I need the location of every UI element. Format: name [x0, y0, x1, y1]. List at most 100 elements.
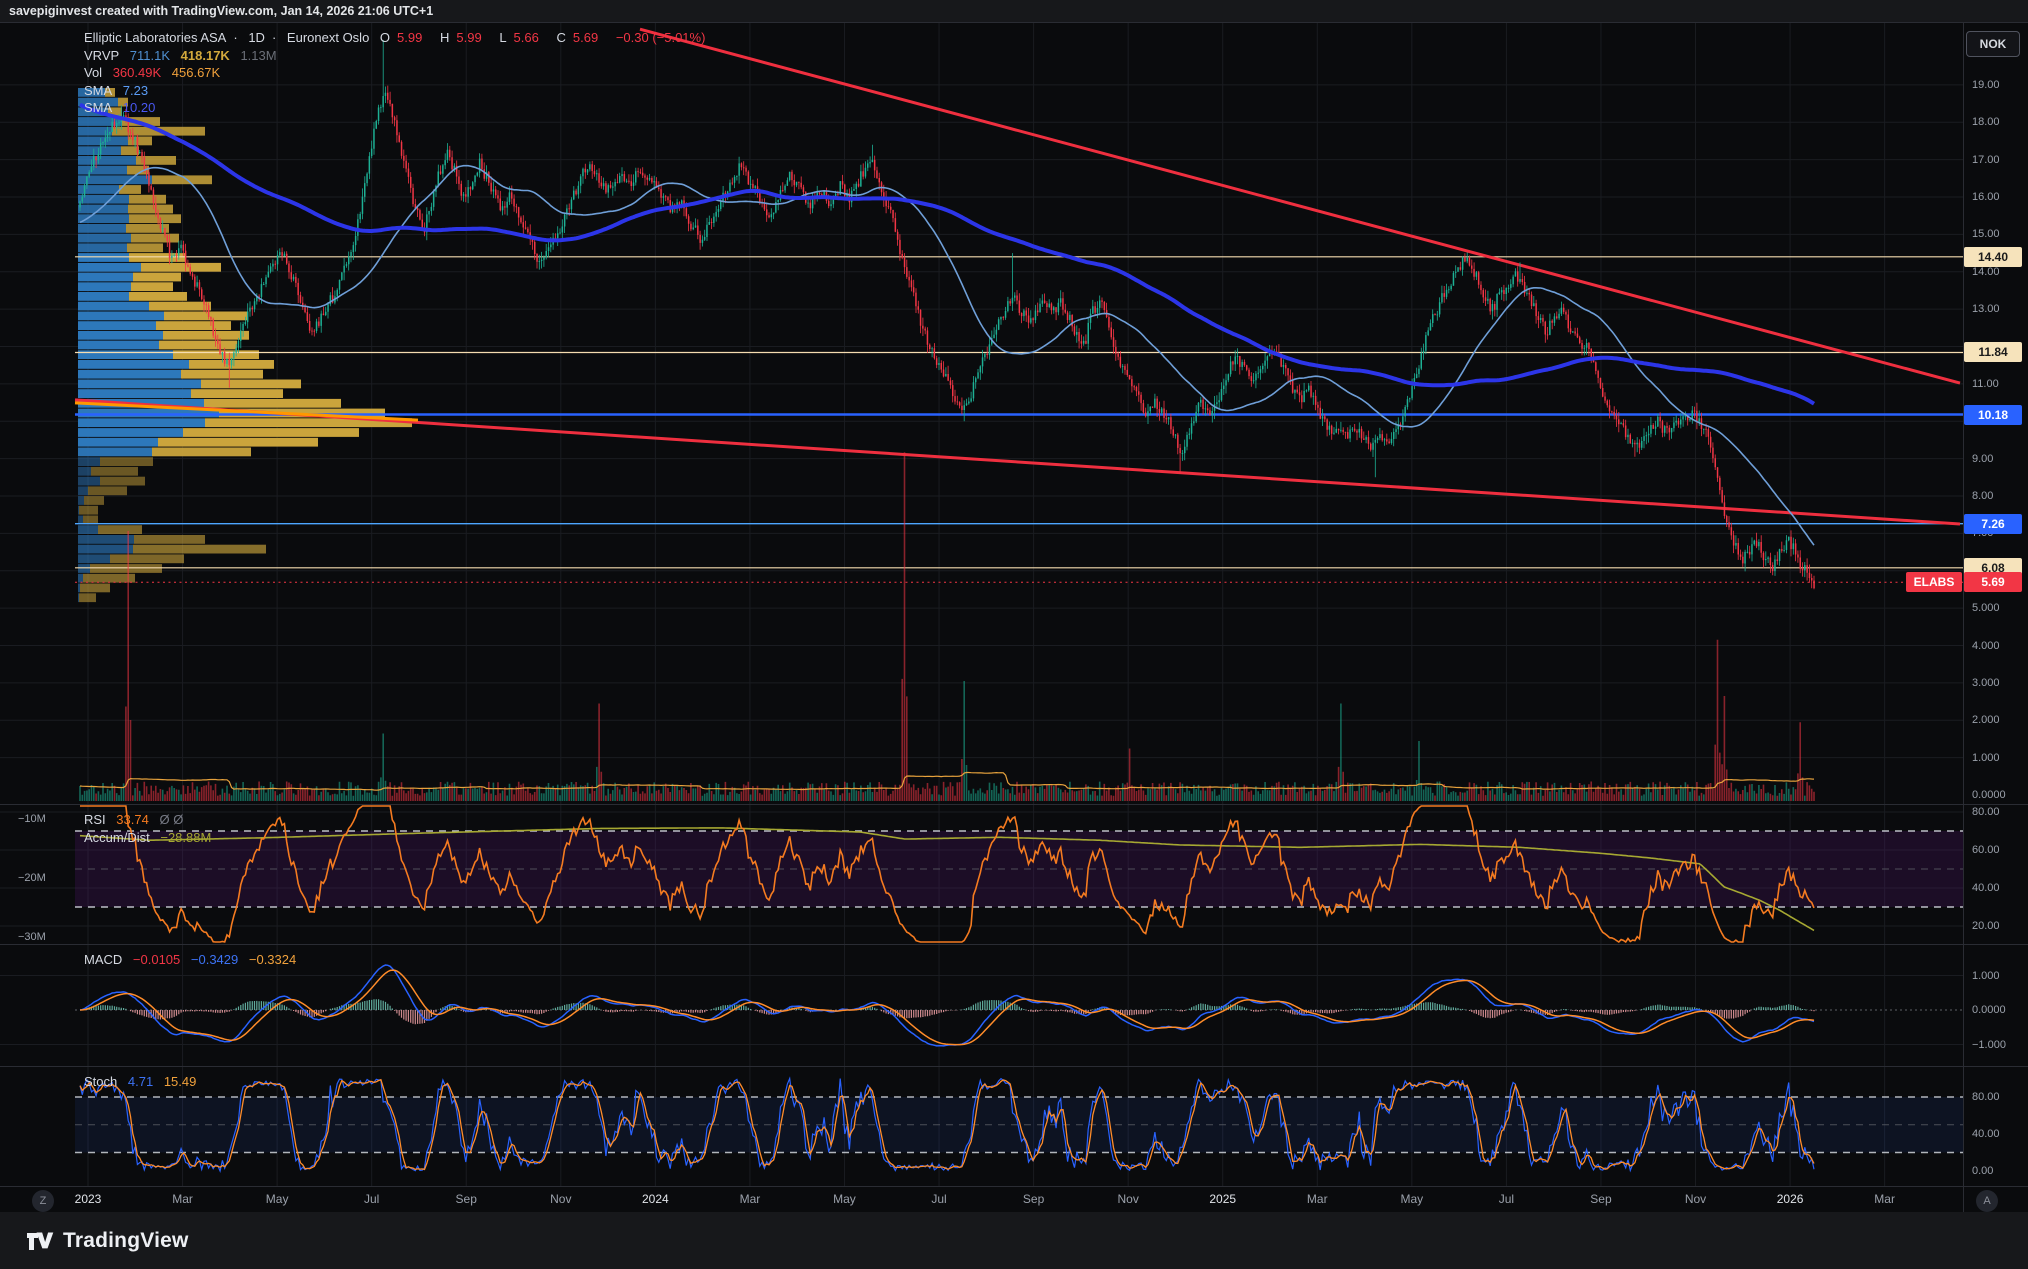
price-axis-label: 3.000 — [1972, 676, 2024, 690]
price-axis-label: 8.00 — [1972, 489, 2024, 503]
macd-legend: MACD −0.0105 −0.3429 −0.3324 — [84, 951, 303, 969]
time-axis-label: May — [833, 1192, 856, 1206]
price-badge[interactable]: 5.69 — [1964, 572, 2022, 592]
symbol-legend-row[interactable]: Elliptic Laboratories ASA · 1D · Euronext … — [84, 29, 712, 47]
price-axis-label: 19.00 — [1972, 78, 2024, 92]
price-badge[interactable]: 11.84 — [1964, 342, 2022, 362]
open-label: O5.99 — [380, 30, 429, 45]
accum-dist-axis-label: −30M — [18, 930, 46, 944]
time-axis-label: Mar — [172, 1192, 193, 1206]
vol-value: 360.49K — [113, 65, 161, 80]
legend-separator: · — [272, 30, 276, 45]
scroll-to-start-button[interactable]: Z — [32, 1190, 54, 1212]
stoch-label: Stoch — [84, 1074, 117, 1089]
stoch-d-value: 15.49 — [164, 1074, 197, 1089]
tradingview-logo[interactable]: TradingView — [24, 1226, 189, 1256]
price-axis-label: 17.00 — [1972, 153, 2024, 167]
exchange-label: Euronext Oslo — [287, 30, 369, 45]
rsi-legend: RSI 33.74 Ø Ø Accum/Dist −28.88M — [84, 811, 218, 846]
low-label: L5.66 — [499, 30, 546, 45]
time-axis-label: Mar — [740, 1192, 761, 1206]
time-axis-label: May — [1400, 1192, 1423, 1206]
sma-slow-value: 10.20 — [123, 100, 156, 115]
attribution-text: savepiginvest created with TradingView.c… — [9, 4, 433, 18]
macd-legend-row[interactable]: MACD −0.0105 −0.3429 −0.3324 — [84, 951, 303, 969]
pane-separator[interactable] — [0, 1066, 2028, 1067]
price-axis-label: 14.00 — [1972, 265, 2024, 279]
stoch-legend: Stoch 4.71 15.49 — [84, 1073, 203, 1091]
stoch-axis-label: 40.00 — [1972, 1127, 2024, 1141]
rsi-label: RSI — [84, 812, 106, 827]
main-legend: Elliptic Laboratories ASA · 1D · Euronext … — [84, 29, 712, 117]
pane-separator[interactable] — [0, 944, 2028, 945]
stoch-legend-row[interactable]: Stoch 4.71 15.49 — [84, 1073, 203, 1091]
open-value: 5.99 — [397, 30, 422, 45]
legend-separator: · — [233, 30, 237, 45]
time-axis-label: Jul — [931, 1192, 946, 1206]
stoch-axis-label: 0.00 — [1972, 1164, 2024, 1178]
high-label: H5.99 — [440, 30, 489, 45]
price-axis-label: 2.000 — [1972, 713, 2024, 727]
price-axis-separator — [1963, 23, 1964, 1213]
time-axis[interactable] — [0, 1186, 2028, 1213]
attribution-bar: savepiginvest created with TradingView.c… — [0, 0, 2028, 22]
currency-toggle-button[interactable]: NOK — [1966, 31, 2020, 57]
symbol-title[interactable]: Elliptic Laboratories ASA — [84, 30, 226, 45]
vrvp-up-volume: 711.1K — [130, 48, 170, 63]
price-axis-label: 4.000 — [1972, 639, 2024, 653]
time-axis-label: 2024 — [642, 1192, 669, 1206]
sma-slow-legend-row[interactable]: SMA 10.20 — [84, 99, 712, 117]
price-badge[interactable]: 10.18 — [1964, 405, 2022, 425]
price-badge[interactable]: 14.40 — [1964, 247, 2022, 267]
price-axis-label: 0.0000 — [1972, 788, 2024, 802]
stoch-k-value: 4.71 — [128, 1074, 153, 1089]
high-value: 5.99 — [456, 30, 481, 45]
vrvp-total-volume: 1.13M — [240, 48, 276, 63]
sma-fast-value: 7.23 — [123, 83, 148, 98]
sma-fast-legend-row[interactable]: SMA 7.23 — [84, 82, 712, 100]
tradingview-logo-icon — [24, 1226, 54, 1256]
tradingview-chart-window: savepiginvest created with TradingView.c… — [0, 0, 2028, 1269]
main-price-pane[interactable] — [0, 23, 2028, 804]
chart-area: NOK Z A Elliptic Laboratories ASA · 1D · E… — [0, 22, 2028, 1213]
rsi-value: 33.74 — [116, 812, 149, 827]
time-axis-label: 2023 — [75, 1192, 102, 1206]
accum-dist-label: Accum/Dist — [84, 830, 150, 845]
price-axis-label: 15.00 — [1972, 227, 2024, 241]
rsi-axis-label: 80.00 — [1972, 805, 2024, 819]
macd-hist-value: −0.0105 — [133, 952, 180, 967]
macd-axis-label: 0.0000 — [1972, 1003, 2024, 1017]
accum-dist-legend-row[interactable]: Accum/Dist −28.88M — [84, 829, 218, 847]
time-axis-label: Jul — [1499, 1192, 1514, 1206]
time-axis-label: Nov — [1685, 1192, 1706, 1206]
time-axis-label: Mar — [1307, 1192, 1328, 1206]
volume-legend-row[interactable]: Vol 360.49K 456.67K — [84, 64, 712, 82]
vrvp-legend-row[interactable]: VRVP 711.1K 418.17K 1.13M — [84, 47, 712, 65]
time-axis-label: Jul — [364, 1192, 379, 1206]
sma-fast-label: SMA — [84, 83, 112, 98]
vrvp-down-volume: 418.17K — [181, 48, 230, 63]
price-axis-label: 18.00 — [1972, 115, 2024, 129]
change-value: −0.30 (−5.01%) — [616, 30, 706, 45]
accum-dist-axis-label: −10M — [18, 812, 46, 826]
rsi-legend-row[interactable]: RSI 33.74 Ø Ø — [84, 811, 218, 829]
rsi-axis-label: 40.00 — [1972, 881, 2024, 895]
stoch-pane[interactable] — [0, 1066, 2028, 1186]
rsi-accum-dist-pane[interactable] — [0, 804, 2028, 944]
stoch-axis-label: 80.00 — [1972, 1090, 2024, 1104]
price-axis-label: 16.00 — [1972, 190, 2024, 204]
macd-axis-label: −1.000 — [1972, 1038, 2024, 1052]
macd-pane[interactable] — [0, 944, 2028, 1066]
interval-label[interactable]: 1D — [248, 30, 265, 45]
price-badge[interactable]: 7.26 — [1964, 514, 2022, 534]
rsi-axis-label: 20.00 — [1972, 919, 2024, 933]
macd-label: MACD — [84, 952, 122, 967]
time-axis-label: Sep — [1023, 1192, 1044, 1206]
rsi-placeholder: Ø Ø — [159, 812, 183, 827]
pane-separator[interactable] — [0, 804, 2028, 805]
vol-ma-value: 456.67K — [172, 65, 220, 80]
close-label: C5.69 — [556, 30, 605, 45]
scroll-to-end-button[interactable]: A — [1976, 1190, 1998, 1212]
accum-dist-value: −28.88M — [160, 830, 211, 845]
rsi-axis-label: 60.00 — [1972, 843, 2024, 857]
